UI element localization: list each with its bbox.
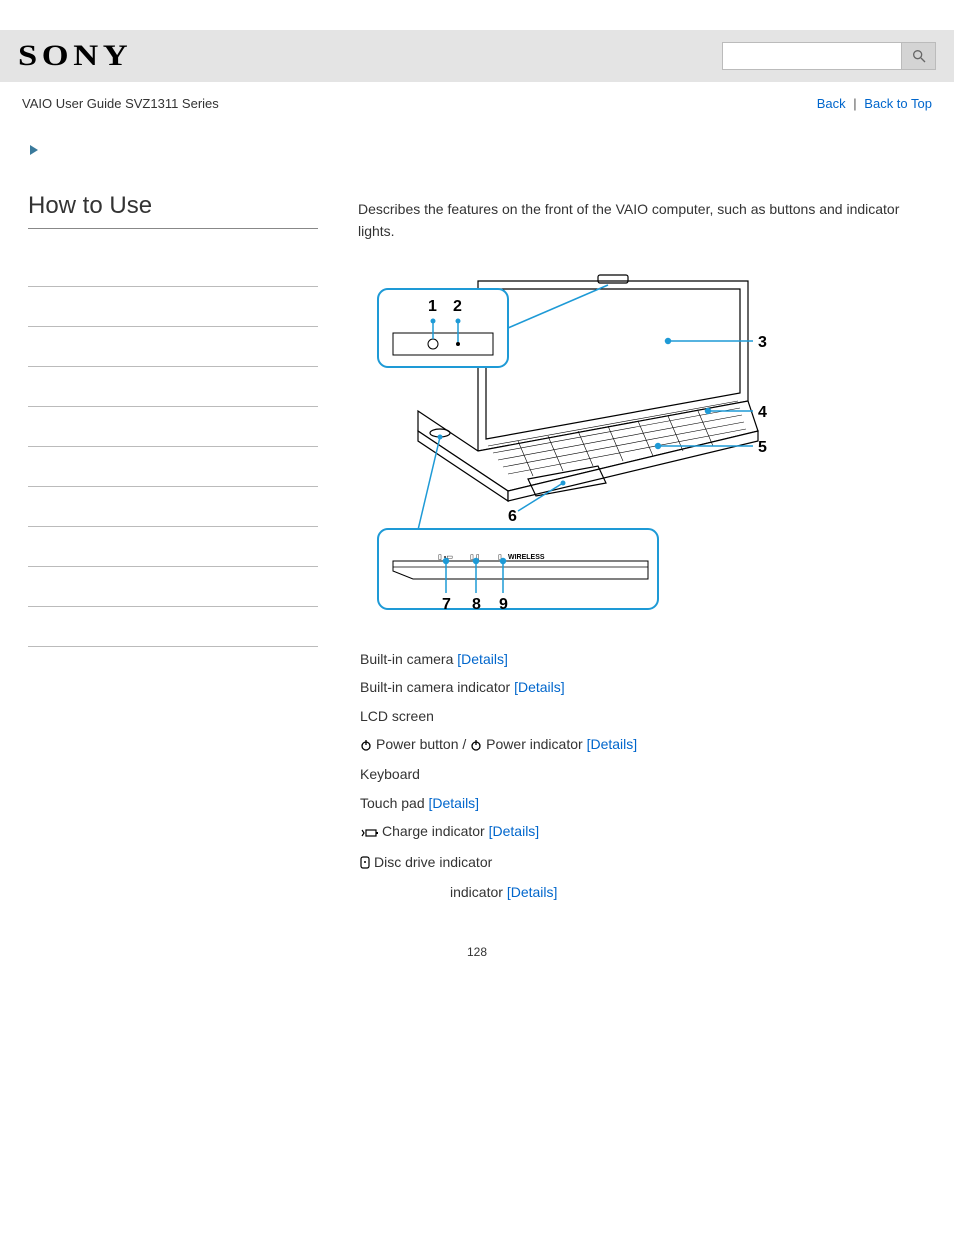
details-link[interactable]: [Details] xyxy=(457,651,508,667)
power-icon xyxy=(470,735,482,757)
details-link[interactable]: [Details] xyxy=(514,679,565,695)
search-icon xyxy=(911,48,927,64)
arrow-row xyxy=(0,119,954,162)
search-input[interactable] xyxy=(722,42,902,70)
sidebar-item[interactable] xyxy=(28,407,318,447)
page-number: 128 xyxy=(0,945,954,959)
details-link[interactable]: [Details] xyxy=(587,736,638,752)
callout-2: 2 xyxy=(453,298,462,315)
sidebar: How to Use xyxy=(28,192,318,909)
callout-8: 8 xyxy=(472,596,481,613)
details-link[interactable]: [Details] xyxy=(429,795,480,811)
callout-7: 7 xyxy=(442,596,451,613)
feature-label: indicator xyxy=(450,884,503,900)
wireless-label: WIRELESS xyxy=(508,554,545,561)
breadcrumb: VAIO User Guide SVZ1311 Series xyxy=(22,96,219,111)
sidebar-item[interactable] xyxy=(28,527,318,567)
feature-row: Touch pad [Details] xyxy=(360,792,932,814)
feature-row: LCD screen xyxy=(360,705,932,727)
feature-row: Power button / Power indicator [Details] xyxy=(360,733,932,757)
power-icon xyxy=(360,735,372,757)
callout-3: 3 xyxy=(758,334,767,351)
feature-row: Charge indicator [Details] xyxy=(360,820,932,844)
callout-1: 1 xyxy=(428,298,437,315)
sidebar-item[interactable] xyxy=(28,327,318,367)
feature-row: Built-in camera [Details] xyxy=(360,648,932,670)
sidebar-item[interactable] xyxy=(28,487,318,527)
back-to-top-link[interactable]: Back to Top xyxy=(864,96,932,111)
separator: | xyxy=(853,96,856,111)
main-content: Describes the features on the front of t… xyxy=(358,192,932,909)
brand-logo: SONY xyxy=(18,39,132,73)
back-link[interactable]: Back xyxy=(817,96,846,111)
sidebar-item[interactable] xyxy=(28,567,318,607)
sidebar-item[interactable] xyxy=(28,447,318,487)
sidebar-title: How to Use xyxy=(28,192,318,220)
feature-label: Charge indicator xyxy=(382,823,485,839)
sidebar-item[interactable] xyxy=(28,607,318,647)
callout-6: 6 xyxy=(508,508,517,525)
feature-row: Built-in camera indicator [Details] xyxy=(360,676,932,698)
feature-label: Keyboard xyxy=(360,766,420,782)
search-box xyxy=(722,42,936,70)
callout-4: 4 xyxy=(758,404,767,421)
feature-label: Built-in camera xyxy=(360,651,453,667)
sidebar-item[interactable] xyxy=(28,287,318,327)
sub-header: VAIO User Guide SVZ1311 Series Back | Ba… xyxy=(0,82,954,119)
feature-label: Touch pad xyxy=(360,795,425,811)
feature-label: Built-in camera indicator xyxy=(360,679,510,695)
details-link[interactable]: [Details] xyxy=(489,823,540,839)
feature-row: Keyboard xyxy=(360,763,932,785)
sidebar-item[interactable] xyxy=(28,367,318,407)
intro-text: Describes the features on the front of t… xyxy=(358,198,932,243)
feature-label: Power indicator xyxy=(486,736,583,752)
laptop-diagram: 1 2 3 4 5 xyxy=(358,261,768,624)
feature-label: LCD screen xyxy=(360,708,434,724)
callout-5: 5 xyxy=(758,439,767,456)
charge-icon xyxy=(360,822,378,844)
nav-links: Back | Back to Top xyxy=(817,96,932,111)
feature-label: Disc drive indicator xyxy=(374,854,492,870)
sidebar-item[interactable] xyxy=(28,247,318,287)
search-button[interactable] xyxy=(902,42,936,70)
top-bar: SONY xyxy=(0,30,954,82)
sidebar-rule xyxy=(28,228,318,229)
feature-label: Power button / xyxy=(376,736,470,752)
disc-icon xyxy=(360,853,370,875)
callout-9: 9 xyxy=(499,596,508,613)
feature-list: Built-in camera [Details] Built-in camer… xyxy=(358,648,932,904)
feature-row: Disc drive indicator xyxy=(360,851,932,875)
feature-row: indicator [Details] xyxy=(360,881,932,903)
chevron-right-icon xyxy=(28,141,42,161)
details-link[interactable]: [Details] xyxy=(507,884,558,900)
